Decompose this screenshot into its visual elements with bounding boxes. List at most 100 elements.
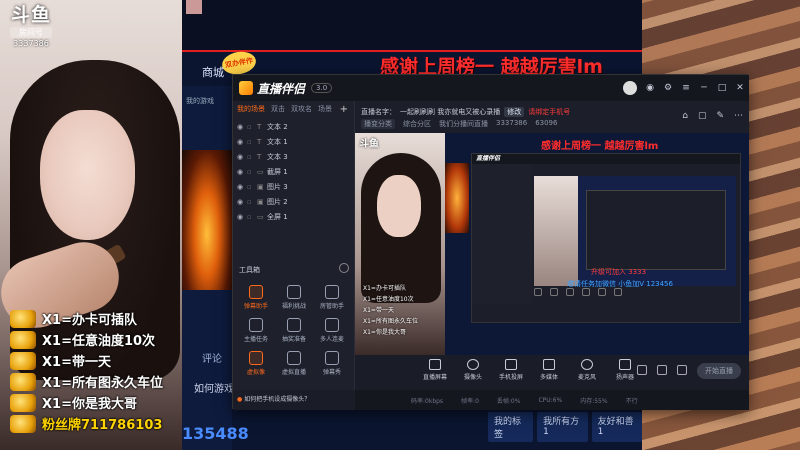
shop-icon[interactable]: ⌂ (682, 111, 688, 121)
more-icon[interactable]: ⋯ (734, 111, 743, 121)
lock-icon[interactable]: ▫ (247, 198, 257, 206)
eye-icon[interactable]: ◉ (237, 138, 247, 146)
eye-icon[interactable]: ◉ (237, 123, 247, 131)
start-stream-button[interactable]: 开始直播 (697, 363, 741, 379)
memory-status: 内存:55% (580, 397, 608, 405)
scene-item[interactable]: ◉ ▫ ▣ 图片 2 (237, 194, 354, 209)
eye-icon[interactable]: ◉ (237, 183, 247, 191)
gift-list: X1=办卡可插队 X1=任意油度10次 X1=带一天 X1=所有图永久车位 X1… (10, 308, 182, 434)
user-icon (325, 285, 339, 299)
control-label: 扬声器 (615, 374, 634, 381)
phone-cast-button[interactable]: 手机投屏 (497, 359, 525, 381)
scene-item[interactable]: ◉ ▫ ▭ 截屏 1 (237, 164, 354, 179)
lottery-icon (287, 318, 301, 332)
lock-icon[interactable]: ▫ (247, 153, 257, 161)
bind-phone-warning[interactable]: 请绑定手机号 (528, 107, 570, 117)
app-name: 直播伴侣 (257, 81, 306, 96)
crop-icon[interactable]: ▢ (698, 111, 707, 121)
tab-my-scenes[interactable]: 我的场景 (237, 104, 265, 114)
shop-link[interactable]: 商城 (202, 64, 224, 80)
room-id: 3337386 (496, 119, 528, 127)
fan-badge-text: 粉丝牌711786103 (42, 418, 163, 433)
face-shape (40, 110, 135, 240)
close-icon[interactable]: ✕ (731, 83, 749, 93)
menu-icon[interactable]: ≡ (677, 83, 695, 93)
user-avatar[interactable] (623, 81, 637, 95)
gift-row: X1=办卡可插队 (10, 308, 182, 329)
reward-button[interactable]: 友好和善1 (591, 412, 642, 442)
mini-avatar (186, 0, 202, 14)
tab-name[interactable]: 双攻名 (291, 104, 312, 114)
drop-status: 丢帧:0% (496, 397, 521, 405)
scene-label: 截屏 1 (267, 167, 288, 176)
scene-item[interactable]: ◉ ▫ T 文本 2 (237, 119, 354, 134)
how-play-link[interactable]: 如何游戏 (194, 380, 234, 395)
scene-item[interactable]: ◉ ▫ ▭ 全屏 1 (237, 209, 354, 224)
tool-multi-mic[interactable]: 多人连麦 (313, 318, 351, 343)
scene-list: ◉ ▫ T 文本 2 ◉ ▫ T 文本 1 ◉ ▫ T 文本 3 ◉ ▫ ▭ 截屏 1 ◉ ▫ ▣ 图片 3 … (233, 117, 354, 224)
tool-virtual-live[interactable]: 虚拟直播 (275, 351, 313, 376)
tool-danmu[interactable]: 弹幕助手 (237, 285, 275, 310)
toolbox-toggle[interactable] (339, 263, 349, 273)
scene-item[interactable]: ◉ ▫ ▣ 图片 3 (237, 179, 354, 194)
maximize-icon[interactable]: □ (713, 83, 731, 93)
my-game-link[interactable]: 我的游戏 (186, 96, 214, 106)
lock-icon[interactable]: ▫ (247, 123, 257, 131)
shop-badge: 双办伴作 (220, 49, 258, 77)
scene-item[interactable]: ◉ ▫ T 文本 1 (237, 134, 354, 149)
media-button[interactable]: 多媒体 (535, 359, 563, 381)
gift-row: X1=你是我大哥 (10, 392, 182, 413)
tab-scene[interactable]: 场景 (318, 104, 332, 114)
skin-icon[interactable]: ◉ (641, 83, 659, 93)
eye-icon[interactable]: ◉ (237, 213, 247, 221)
eye-icon[interactable]: ◉ (237, 198, 247, 206)
eye-icon[interactable]: ◉ (237, 153, 247, 161)
category-value[interactable]: 综合分区 (403, 119, 431, 129)
effects-icon[interactable] (657, 365, 667, 375)
reward-button[interactable]: 我所有方1 (537, 412, 588, 442)
scene-item[interactable]: ◉ ▫ T 文本 3 (237, 149, 354, 164)
control-label: 直播屏幕 (422, 374, 447, 381)
tool-room-admin[interactable]: 房管助手 (313, 285, 351, 310)
record-icon[interactable] (637, 365, 647, 375)
tool-virtual-image[interactable]: 虚拟像 (237, 351, 275, 376)
lock-icon[interactable]: ▫ (247, 168, 257, 176)
text-source-icon: T (257, 152, 262, 161)
cpu-status: CPU:6% (538, 396, 563, 404)
version-badge[interactable]: 3.0 (311, 83, 333, 93)
live-preview: 斗鱼 X1=办卡可插队 X1=任意油度10次 X1=带一天 X1=所有图永久车位… (355, 133, 749, 355)
image-source-icon: ▣ (257, 182, 264, 191)
comment-tab[interactable]: 评论 (202, 350, 222, 365)
download-icon (287, 351, 301, 365)
lock-icon[interactable]: ▫ (247, 183, 257, 191)
task-icon (249, 318, 263, 332)
reward-button[interactable]: 我的标签 (488, 412, 534, 442)
help-notice[interactable]: ● 如何把手机设成摄像头？ (233, 390, 355, 410)
minimize-icon[interactable]: ─ (695, 83, 713, 93)
camera-button[interactable]: 摄像头 (459, 359, 487, 381)
microphone-button[interactable]: 麦克风 (573, 359, 601, 381)
edit-icon[interactable]: ✎ (716, 111, 724, 121)
settings-icon[interactable]: ⚙ (659, 83, 677, 93)
room-link[interactable]: 我们分播间直播 (439, 119, 488, 129)
add-scene-icon[interactable]: + (340, 104, 348, 115)
category-label: 播变分类 (361, 119, 395, 129)
edit-title-button[interactable]: 修改 (504, 107, 525, 117)
speaker-button[interactable]: 扬声器 (611, 359, 639, 381)
room-number: 3337386 (13, 39, 49, 48)
tool-label: 房管助手 (319, 303, 344, 310)
lock-icon[interactable]: ▫ (247, 213, 257, 221)
tool-danmu-show[interactable]: 弹幕秀 (313, 351, 351, 376)
preview-gift: X1=办卡可插队 (363, 285, 406, 292)
screen-capture-button[interactable]: 直播屏幕 (421, 359, 449, 381)
tab-double[interactable]: 双击 (271, 104, 285, 114)
tool-welfare[interactable]: 福利挑战 (275, 285, 313, 310)
text-source-icon: T (257, 137, 262, 146)
gear-icon[interactable] (677, 365, 687, 375)
hot-value: 63096 (535, 119, 558, 127)
eye-icon[interactable]: ◉ (237, 168, 247, 176)
preview-gift-list: X1=办卡可插队 X1=任意油度10次 X1=带一天 X1=所有图永久车位 X1… (363, 283, 418, 338)
lock-icon[interactable]: ▫ (247, 138, 257, 146)
tool-task[interactable]: 主播任务 (237, 318, 275, 343)
tool-lottery[interactable]: 抽奖准备 (275, 318, 313, 343)
